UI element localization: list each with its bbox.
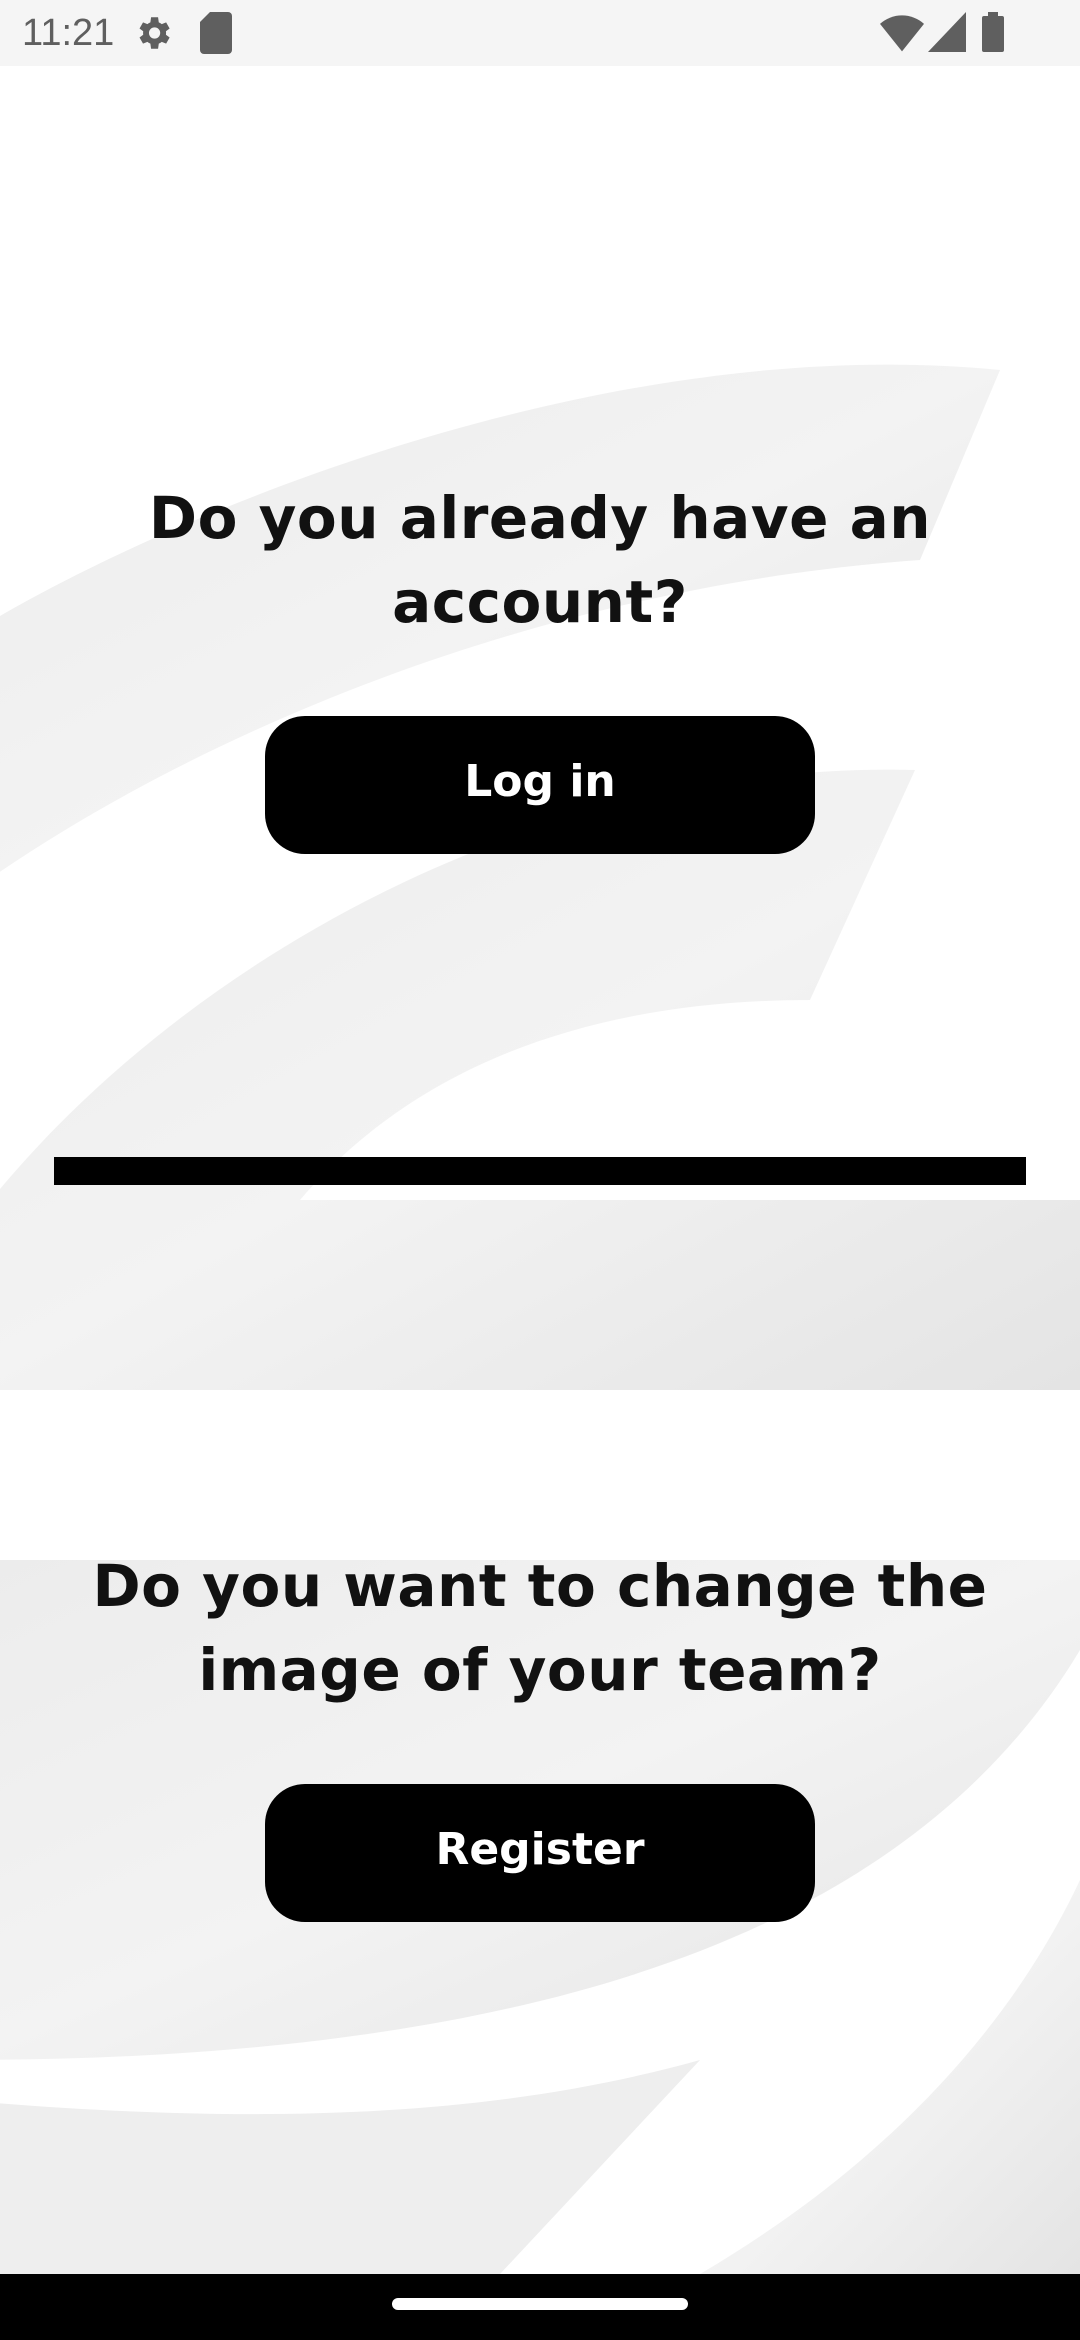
battery-icon: [982, 12, 1004, 52]
settings-gear-icon: [139, 17, 170, 49]
cell-signal-icon: [928, 12, 966, 52]
status-time: 11:21: [22, 12, 115, 54]
wifi-icon: [880, 15, 924, 52]
screen: 11:21 Do you already have an account? Lo…: [0, 0, 1080, 2340]
sd-card-icon: [200, 12, 232, 54]
login-button[interactable]: Log in: [265, 716, 815, 854]
section-divider: [54, 1157, 1026, 1185]
register-button[interactable]: Register: [265, 1784, 815, 1922]
navigation-bar: [0, 2274, 1080, 2340]
home-gesture-handle[interactable]: [392, 2298, 688, 2310]
login-question: Do you already have an account?: [148, 484, 932, 636]
status-bar: 11:21: [0, 0, 1080, 66]
register-question: Do you want to change the image of your …: [92, 1552, 988, 1704]
